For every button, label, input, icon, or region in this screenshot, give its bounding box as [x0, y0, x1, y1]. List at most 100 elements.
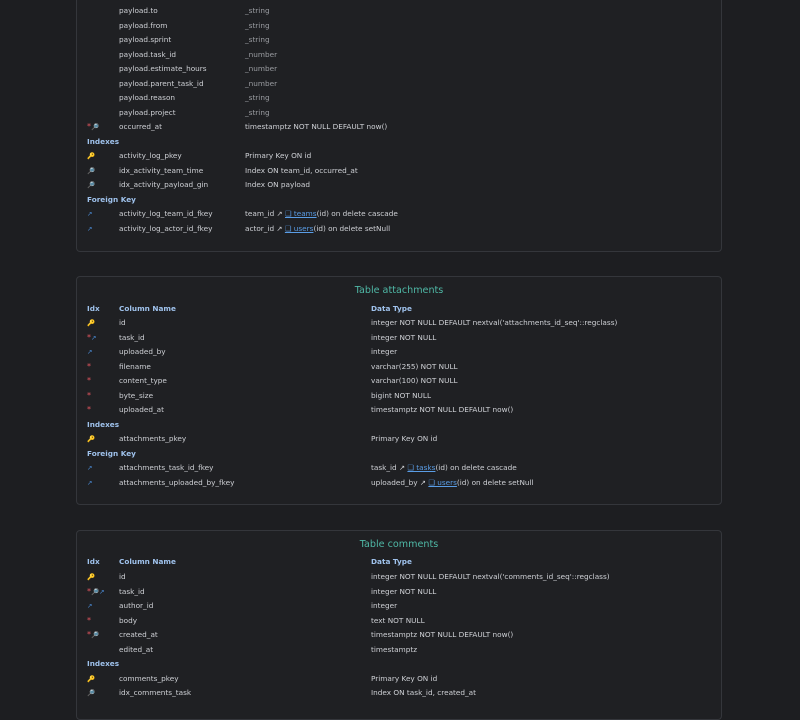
column-data-type: integer: [371, 601, 398, 610]
referenced-table-link[interactable]: ❏ teams: [285, 209, 317, 218]
column-name: id: [119, 572, 126, 581]
index-row: 🔎 idx_activity_team_time Index ON team_id,…: [77, 164, 721, 178]
column-flag-icons: *: [87, 360, 91, 374]
fk-rule: (id) on delete setNull: [313, 223, 391, 233]
payload-field-row: payload.estimate_hours _number: [77, 62, 721, 76]
column-name: payload.reason: [119, 93, 176, 102]
column-flag-icons: 🔎: [87, 164, 95, 178]
column-row: * body text NOT NULL: [77, 614, 721, 628]
column-flag-icons: *🔎: [87, 120, 99, 134]
foreign-key-row: ↗ attachments_uploaded_by_fkey uploaded_by…: [77, 476, 721, 490]
column-row: ↗ author_id integer: [77, 599, 721, 613]
key-icon: 🔑: [87, 319, 96, 327]
column-flag-icons: *: [87, 374, 91, 388]
foreign-key-name: activity_log_team_id_fkey: [119, 209, 213, 218]
column-header-row: Idx Column Name Data Type: [77, 302, 721, 316]
column-flag-icons: 🔑: [87, 672, 95, 686]
payload-field-row: payload.reason _string: [77, 91, 721, 105]
column-data-type: integer NOT NULL DEFAULT nextval('commen…: [371, 572, 610, 581]
index-name: comments_pkey: [119, 673, 179, 683]
column-row: 🔑 id integer NOT NULL DEFAULT nextval('com…: [77, 570, 721, 584]
column-row: * content_type varchar(100) NOT NULL: [77, 374, 721, 388]
section-label: Indexes: [87, 136, 120, 146]
column-row: *🔎↗ task_id integer NOT NULL: [77, 585, 721, 599]
column-data-type: _string: [245, 20, 270, 30]
header-data-type: Data Type: [371, 304, 412, 313]
column-data-type: integer NOT NULL: [371, 586, 437, 596]
column-name: created_at: [119, 630, 158, 639]
index-name: attachments_pkey: [119, 434, 187, 443]
search-icon: 🔎: [91, 631, 100, 639]
index-name: idx_comments_task: [119, 688, 192, 697]
referenced-table-link[interactable]: ❏ tasks: [407, 463, 435, 472]
search-icon: 🔎: [87, 166, 96, 175]
column-data-type: timestamptz NOT NULL DEFAULT now(): [371, 630, 514, 639]
foreign-key-name: attachments_task_id_fkey: [119, 463, 214, 472]
column-flag-icons: ↗: [87, 461, 92, 475]
section-label: Foreign Key: [87, 448, 136, 458]
payload-field-row: payload.task_id _number: [77, 48, 721, 62]
table-title: Table attachments: [354, 285, 444, 296]
payload-field-row: payload.project _string: [77, 106, 721, 120]
column-data-type: text NOT NULL: [371, 615, 425, 625]
column-flag-icons: 🔑: [87, 432, 95, 446]
foreign-key-icon: ↗: [99, 587, 105, 596]
foreign-key-row: ↗ activity_log_team_id_fkey team_id ↗ ❏ te…: [77, 207, 721, 221]
column-data-type: integer NOT NULL: [371, 332, 437, 342]
fk-column: actor_id ↗: [245, 223, 285, 233]
column-row: * byte_size bigint NOT NULL: [77, 389, 721, 403]
index-definition: Primary Key ON id: [371, 434, 438, 443]
foreign-key-name: attachments_uploaded_by_fkey: [119, 477, 235, 487]
column-data-type: _number: [245, 78, 278, 88]
not-null-icon: *: [87, 376, 91, 385]
column-flag-icons: 🔑: [87, 316, 95, 330]
column-row: * uploaded_at timestamptz NOT NULL DEFAULT…: [77, 403, 721, 417]
column-name: body: [119, 615, 138, 625]
column-row: *↗ task_id integer NOT NULL: [77, 331, 721, 345]
search-icon: 🔎: [91, 123, 100, 131]
column-flag-icons: *↗: [87, 331, 96, 345]
header-idx: Idx: [87, 557, 100, 566]
column-name: id: [119, 318, 126, 327]
column-header-row: Idx Column Name Data Type: [77, 555, 721, 569]
column-data-type: _string: [245, 35, 270, 44]
foreign-key-icon: ↗: [87, 210, 93, 218]
foreign-key-definition: team_id ↗ ❏ teams(id) on delete cascade: [245, 207, 398, 221]
column-data-type: _string: [245, 93, 270, 102]
column-row: edited_at timestamptz: [77, 643, 721, 657]
index-definition: Index ON team_id, occurred_at: [245, 165, 358, 175]
referenced-table-link[interactable]: ❏ users: [285, 224, 314, 233]
foreign-key-definition: uploaded_by ↗ ❏ users(id) on delete setN…: [371, 476, 534, 490]
column-data-type: _number: [245, 64, 278, 73]
table-card-comments: Table comments Idx Column Name Data Type…: [76, 530, 722, 720]
column-name: payload.from: [119, 20, 168, 30]
column-row: * filename varchar(255) NOT NULL: [77, 360, 721, 374]
index-definition: Primary Key ON id: [245, 151, 312, 160]
column-name: payload.task_id: [119, 49, 177, 59]
payload-field-row: payload.to _string: [77, 4, 721, 18]
index-definition: Primary Key ON id: [371, 673, 438, 683]
index-row: 🔑 activity_log_pkey Primary Key ON id: [77, 149, 721, 163]
column-name: payload.project: [119, 107, 176, 117]
column-row: *🔎 created_at timestamptz NOT NULL DEFAULT…: [77, 628, 721, 642]
fk-column: uploaded_by ↗: [371, 477, 429, 487]
column-name: edited_at: [119, 644, 154, 654]
column-name: task_id: [119, 586, 145, 596]
index-row: 🔎 idx_comments_task Index ON task_id, crea…: [77, 686, 721, 700]
foreign-key-icon: ↗: [87, 464, 93, 472]
column-data-type: integer NOT NULL DEFAULT nextval('attach…: [371, 318, 618, 327]
column-data-type: bigint NOT NULL: [371, 390, 432, 400]
column-data-type: timestamptz NOT NULL DEFAULT now(): [245, 122, 388, 131]
table-card-activity-log: payload.to _string payload.from _string payl…: [76, 0, 722, 252]
fk-column: task_id ↗: [371, 463, 408, 472]
column-name: uploaded_by: [119, 347, 166, 356]
column-name: author_id: [119, 601, 154, 610]
foreign-key-icon: ↗: [87, 478, 93, 487]
referenced-table-link[interactable]: ❏ users: [428, 478, 457, 487]
index-name: idx_activity_team_time: [119, 165, 204, 175]
column-flag-icons: *: [87, 389, 91, 403]
header-data-type: Data Type: [371, 557, 412, 566]
foreign-key-definition: actor_id ↗ ❏ users(id) on delete setNull: [245, 222, 390, 236]
column-flag-icons: *🔎: [87, 628, 99, 642]
index-definition: Index ON task_id, created_at: [371, 688, 477, 697]
